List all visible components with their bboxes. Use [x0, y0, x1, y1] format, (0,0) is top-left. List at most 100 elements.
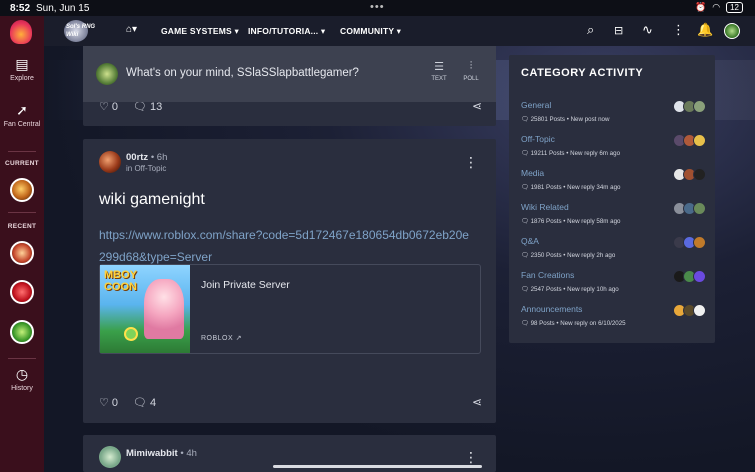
category-row[interactable]: Q&A 🗨 2350 Posts • New reply 2h ago — [521, 236, 706, 266]
category-meta: 🗨 2350 Posts • New reply 2h ago — [521, 252, 616, 259]
composer-avatar — [96, 63, 118, 85]
category-row[interactable]: Fan Creations 🗨 2547 Posts • New reply 1… — [521, 270, 706, 300]
more-options-icon[interactable]: ⋮ — [672, 22, 685, 38]
user-avatar — [693, 270, 706, 283]
sidebar-divider — [8, 358, 36, 359]
composer-placeholder[interactable]: What's on your mind, SSlaSSlapbattlegame… — [126, 67, 359, 79]
post-author-avatar[interactable] — [99, 151, 121, 173]
post-author-line: 00rtz • 6h — [126, 152, 168, 163]
user-avatar — [693, 168, 706, 181]
comment-count: 4 — [150, 397, 157, 409]
fandom-logo-icon[interactable] — [10, 20, 32, 44]
share-icon[interactable]: ⋖ — [472, 395, 482, 409]
history-button[interactable]: ◷ History — [0, 366, 44, 392]
category-avatars — [673, 236, 706, 249]
sidebar-divider — [8, 212, 36, 213]
embed-source-label: ROBLOX — [201, 335, 234, 342]
wifi-icon: ◠ — [712, 2, 721, 12]
user-avatar — [693, 134, 706, 147]
text-post-label: TEXT — [431, 76, 447, 82]
nav-community[interactable]: COMMUNITY ▾ — [340, 26, 401, 37]
nav-community-label: COMMUNITY — [340, 26, 395, 36]
status-icons: ⏰ ◠ 12 — [695, 2, 743, 13]
wiki-top-nav: Sol's RNG Wiki ⌂▾ GAME SYSTEMS ▾ INFO/TU… — [44, 16, 755, 46]
category-posts: 98 Posts — [530, 320, 555, 327]
fandom-sidebar: ▤ Explore ➚ Fan Central CURRENT RECENT ◷… — [0, 16, 44, 472]
category-posts: 2350 Posts — [530, 252, 562, 259]
explore-icon: ▤ — [15, 56, 29, 72]
post-time: 6h — [156, 152, 168, 163]
category-posts: 1981 Posts — [530, 184, 562, 191]
activity-icon[interactable]: ∿ — [642, 22, 653, 38]
category-meta: 🗨 2547 Posts • New reply 10h ago — [521, 286, 619, 293]
post-author-name[interactable]: 00rtz — [126, 152, 148, 163]
category-avatars — [673, 100, 706, 113]
next-post-author-name[interactable]: Mimiwabbit — [126, 448, 178, 459]
book-icon[interactable]: ⊟ — [614, 24, 623, 37]
category-meta: 🗨 25801 Posts • New post now — [521, 116, 610, 123]
poll-icon: ⫶ — [469, 60, 473, 72]
current-section-label: CURRENT — [5, 160, 39, 167]
category-posts: 19211 Posts — [530, 150, 565, 157]
post-title[interactable]: wiki gamenight — [99, 191, 205, 209]
category-posts: 1876 Posts — [530, 218, 562, 225]
like-button[interactable]: ♡ 0 — [99, 396, 118, 409]
nav-info-tutorials[interactable]: INFO/TUTORIA... ▾ — [248, 26, 325, 37]
like-count: 0 — [111, 397, 119, 409]
nav-info-tutorials-label: INFO/TUTORIA... — [248, 26, 319, 36]
notifications-bell-icon[interactable]: 🔔 — [697, 22, 713, 38]
category-row[interactable]: Announcements 🗨 98 Posts • New reply on … — [521, 304, 706, 334]
category-latest: New reply 34m ago — [567, 184, 621, 191]
fan-central-button[interactable]: ➚ Fan Central — [0, 102, 44, 128]
category-avatars — [673, 270, 706, 283]
home-indicator[interactable] — [273, 465, 482, 468]
post-card: 00rtz • 6h in Off-Topic ⋮ wiki gamenight… — [83, 139, 496, 423]
post-composer[interactable]: What's on your mind, SSlaSSlapbattlegame… — [83, 46, 496, 102]
user-avatar — [693, 202, 706, 215]
category-activity-title: CATEGORY ACTIVITY — [521, 67, 644, 79]
battery-icon: 12 — [726, 2, 743, 13]
next-post-author-line: Mimiwabbit • 4h — [126, 448, 197, 459]
category-avatars — [673, 134, 706, 147]
user-avatar — [693, 304, 706, 317]
history-label: History — [11, 385, 33, 392]
wiki-home-icon[interactable]: ⌂▾ — [126, 24, 137, 35]
post-category[interactable]: in Off-Topic — [126, 164, 166, 173]
user-avatar[interactable] — [724, 23, 740, 39]
current-wiki-avatar[interactable] — [10, 178, 34, 202]
category-activity-panel: CATEGORY ACTIVITY General 🗨 25801 Posts … — [509, 55, 715, 343]
explore-button[interactable]: ▤ Explore — [0, 56, 44, 82]
category-latest: New reply 58m ago — [567, 218, 621, 225]
fan-central-label: Fan Central — [3, 121, 41, 128]
comment-count: 13 — [150, 101, 163, 113]
post-link[interactable]: https://www.roblox.com/share?code=5d1724… — [99, 224, 469, 268]
category-row[interactable]: General 🗨 25801 Posts • New post now — [521, 100, 706, 130]
post-more-options-icon[interactable]: ⋮ — [464, 154, 478, 171]
category-row[interactable]: Media 🗨 1981 Posts • New reply 34m ago — [521, 168, 706, 198]
category-meta: 🗨 19211 Posts • New reply 6m ago — [521, 150, 621, 157]
poll-post-button[interactable]: ⫶ POLL — [461, 60, 481, 82]
nav-game-systems-label: GAME SYSTEMS — [161, 26, 232, 36]
wiki-logo-text: Sol's RNG Wiki — [66, 24, 96, 38]
comment-button[interactable]: 🗨 4 — [133, 396, 156, 409]
multitask-dots-icon[interactable]: ••• — [370, 1, 385, 13]
category-avatars — [673, 168, 706, 181]
category-meta: 🗨 1876 Posts • New reply 58m ago — [521, 218, 621, 225]
link-embed-card[interactable]: MBOY COON Join Private Server ROBLOX ↗ — [99, 264, 481, 354]
text-post-button[interactable]: ☰ TEXT — [430, 60, 448, 82]
nav-game-systems[interactable]: GAME SYSTEMS ▾ — [161, 26, 239, 37]
recent-wiki-avatar[interactable] — [10, 241, 34, 265]
embed-source: ROBLOX ↗ — [201, 334, 242, 342]
embed-title: Join Private Server — [201, 279, 290, 291]
category-latest: New reply 6m ago — [570, 150, 621, 157]
recent-wiki-avatar[interactable] — [10, 320, 34, 344]
search-icon[interactable]: ⌕ — [587, 22, 594, 38]
status-date: Sun, Jun 15 — [36, 2, 90, 14]
post-more-options-icon[interactable]: ⋮ — [464, 449, 478, 466]
recent-wiki-avatar[interactable] — [10, 280, 34, 304]
clock-icon: ◷ — [15, 366, 29, 382]
category-meta: 🗨 98 Posts • New reply on 6/10/2025 — [521, 320, 626, 327]
category-row[interactable]: Wiki Related 🗨 1876 Posts • New reply 58… — [521, 202, 706, 232]
category-row[interactable]: Off-Topic 🗨 19211 Posts • New reply 6m a… — [521, 134, 706, 164]
next-post-author-avatar[interactable] — [99, 446, 121, 468]
